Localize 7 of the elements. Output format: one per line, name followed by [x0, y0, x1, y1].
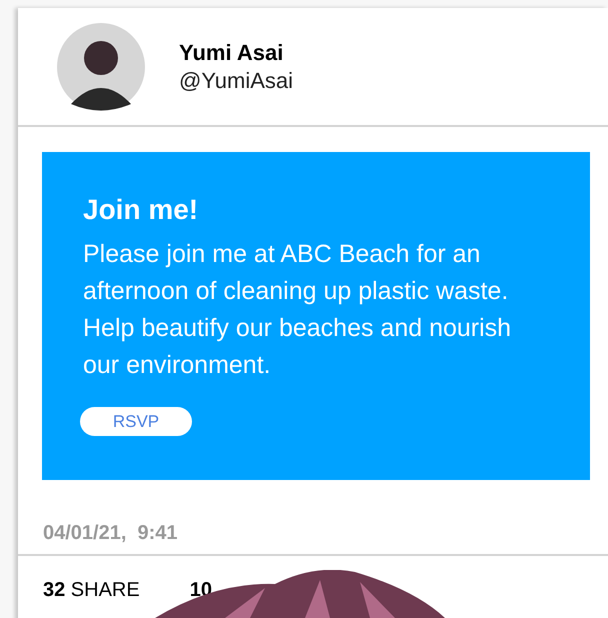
user-handle: @YumiAsai — [179, 66, 294, 94]
invite-title: Join me! — [83, 193, 200, 227]
stat-text: 32 SHARE — [43, 578, 140, 602]
invite-text: Please join me at ABC Beach for an afternoon of cleaning up plastic waste. Help beautify our beaches and nourish our environment. — [83, 239, 512, 381]
rsvp-button[interactable]: RSVP — [80, 407, 192, 436]
user-name: Yumi Asai — [179, 38, 284, 66]
post-timestamp: 04/01/21, 9:41 — [43, 521, 179, 546]
